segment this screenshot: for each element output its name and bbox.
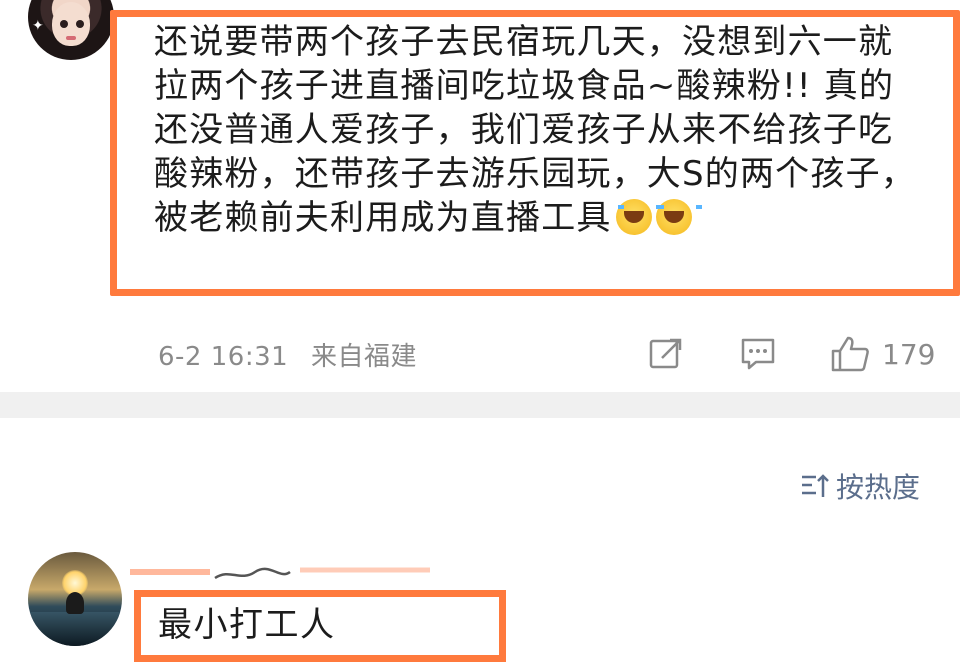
reply-content: 最小打工人 <box>158 605 336 645</box>
user-avatar[interactable]: ✦ <box>28 0 114 60</box>
crying-laughing-emoji-icon <box>615 199 662 235</box>
avatar-water <box>28 612 122 646</box>
reply-user-avatar[interactable] <box>28 552 122 646</box>
like-button[interactable]: 179 <box>830 334 935 374</box>
comment-icon <box>741 338 775 370</box>
thumbs-up-icon <box>831 336 869 372</box>
post-meta: 6-2 16:31 来自福建 <box>158 336 417 373</box>
avatar-lip <box>66 36 76 40</box>
avatar-figure <box>66 592 84 614</box>
sort-icon <box>802 474 829 497</box>
avatar-eye <box>76 20 84 28</box>
share-icon <box>649 338 682 369</box>
sort-label: 按热度 <box>836 471 921 504</box>
redacted-reply-username <box>130 567 430 580</box>
crying-laughing-emoji-icon <box>655 199 702 235</box>
post-content: 还说要带两个孩子去民宿玩几天，没想到六一就拉两个孩子进直播间吃垃圾食品~酸辣粉!… <box>154 20 924 240</box>
post-text: 还说要带两个孩子去民宿玩几天，没想到六一就拉两个孩子进直播间吃垃圾食品~酸辣粉!… <box>154 22 916 238</box>
post-date: 6-2 16:31 <box>158 342 289 372</box>
share-button[interactable] <box>648 334 684 374</box>
post-location: 来自福建 <box>310 342 417 372</box>
weibo-post: ✦ 还说要带两个孩子去民宿玩几天，没想到六一就拉两个孩子进直播间吃垃圾食品~酸辣… <box>0 0 960 392</box>
sort-by-hot-button[interactable]: 按热度 <box>800 466 920 506</box>
section-divider <box>0 392 960 418</box>
avatar-eye <box>60 20 68 28</box>
redacted-username <box>150 0 270 4</box>
sparkle-icon: ✦ <box>32 18 44 34</box>
comment-button[interactable] <box>740 334 776 374</box>
like-count: 179 <box>882 337 936 371</box>
